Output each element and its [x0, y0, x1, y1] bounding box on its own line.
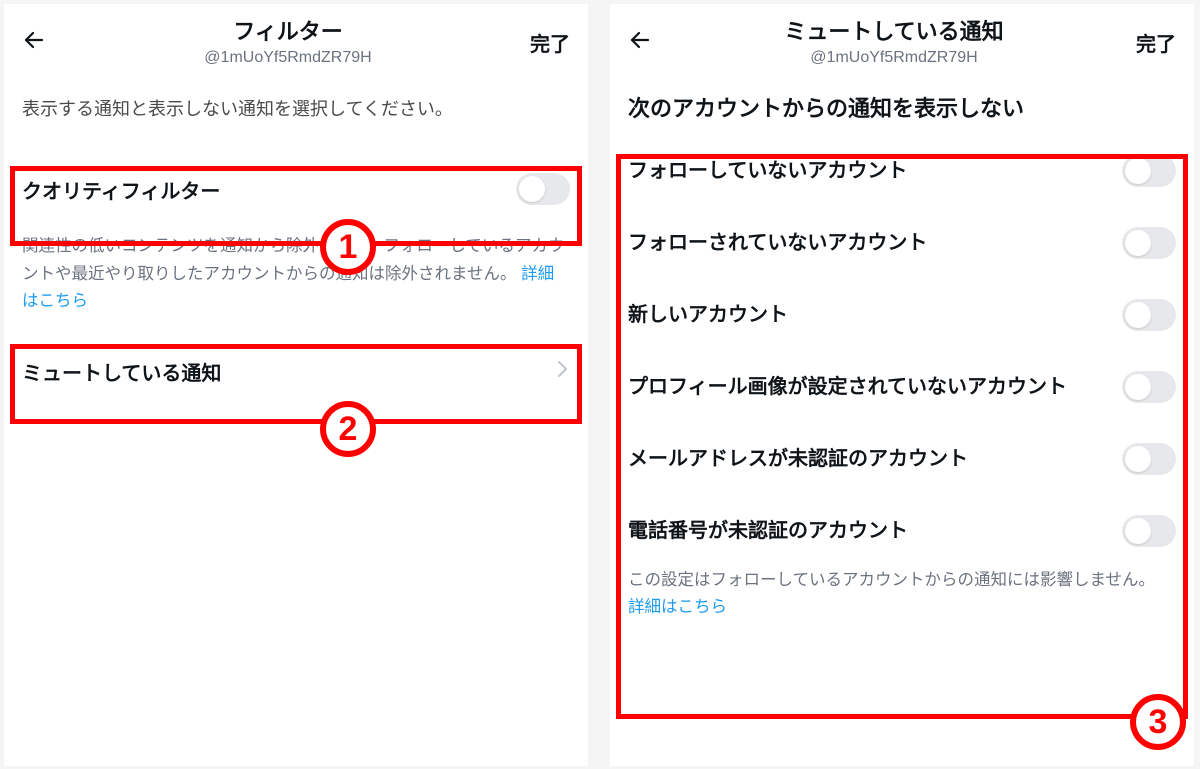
mute-toggle[interactable] — [1122, 227, 1176, 259]
mute-item-label: フォローされていないアカウント — [628, 229, 937, 257]
quality-filter-row: クオリティフィルター — [4, 145, 588, 233]
mute-footer-text: この設定はフォローしているアカウントからの通知には影響しません。 — [628, 571, 1155, 589]
filter-screen: フィルター @1mUoYf5RmdZR79H 完了 表示する通知と表示しない通知… — [4, 4, 588, 766]
title-block: フィルター @1mUoYf5RmdZR79H — [46, 18, 530, 67]
quality-help-text: 関連性の低いコンテンツを通知から除外します。フォローしているアカウントや最近やり… — [22, 237, 564, 282]
mute-item-label: プロフィール画像が設定されていないアカウント — [628, 373, 1077, 401]
mute-item-label: 電話番号が未認証のアカウント — [628, 517, 918, 545]
mute-item-row: プロフィール画像が設定されていないアカウント — [610, 351, 1194, 423]
header: ミュートしている通知 @1mUoYf5RmdZR79H 完了 — [610, 4, 1194, 77]
done-button[interactable]: 完了 — [530, 28, 570, 57]
mute-item-row: フォローされていないアカウント — [610, 207, 1194, 279]
annotation-badge-3: 3 — [1130, 694, 1186, 750]
mute-toggle[interactable] — [1122, 371, 1176, 403]
header: フィルター @1mUoYf5RmdZR79H 完了 — [4, 4, 588, 77]
mute-toggle[interactable] — [1122, 515, 1176, 547]
chevron-right-icon — [556, 359, 570, 385]
page-subtitle: @1mUoYf5RmdZR79H — [46, 49, 530, 67]
mute-toggle[interactable] — [1122, 299, 1176, 331]
mute-toggle[interactable] — [1122, 443, 1176, 475]
quality-filter-label: クオリティフィルター — [22, 175, 220, 204]
learn-more-link[interactable]: 詳細はこちら — [628, 598, 727, 616]
page-subtitle: @1mUoYf5RmdZR79H — [652, 49, 1136, 67]
mute-toggle[interactable] — [1122, 155, 1176, 187]
mute-item-row: フォローしていないアカウント — [610, 135, 1194, 207]
mute-item-label: フォローしていないアカウント — [628, 157, 917, 185]
muted-screen: ミュートしている通知 @1mUoYf5RmdZR79H 完了 次のアカウントから… — [610, 4, 1194, 766]
mute-item-row: メールアドレスが未認証のアカウント — [610, 423, 1194, 495]
mute-item-row: 電話番号が未認証のアカウント — [610, 495, 1194, 567]
back-arrow-icon[interactable] — [628, 28, 652, 57]
mute-item-label: 新しいアカウント — [628, 301, 798, 329]
title-block: ミュートしている通知 @1mUoYf5RmdZR79H — [652, 18, 1136, 67]
mute-item-label: メールアドレスが未認証のアカウント — [628, 445, 978, 473]
description-text: 表示する通知と表示しない通知を選択してください。 — [4, 77, 588, 146]
mute-footer-help: この設定はフォローしているアカウントからの通知には影響しません。 詳細はこちら — [610, 567, 1194, 635]
done-button[interactable]: 完了 — [1136, 28, 1176, 57]
page-title: ミュートしている通知 — [652, 18, 1136, 47]
back-arrow-icon[interactable] — [22, 28, 46, 57]
muted-label: ミュートしている通知 — [22, 357, 221, 386]
section-heading: 次のアカウントからの通知を表示しない — [610, 77, 1194, 135]
page-title: フィルター — [46, 18, 530, 47]
mute-item-row: 新しいアカウント — [610, 279, 1194, 351]
quality-filter-toggle[interactable] — [516, 173, 570, 205]
muted-notifications-row[interactable]: ミュートしている通知 — [4, 329, 588, 414]
quality-filter-help: 関連性の低いコンテンツを通知から除外します。フォローしているアカウントや最近やり… — [4, 233, 588, 329]
